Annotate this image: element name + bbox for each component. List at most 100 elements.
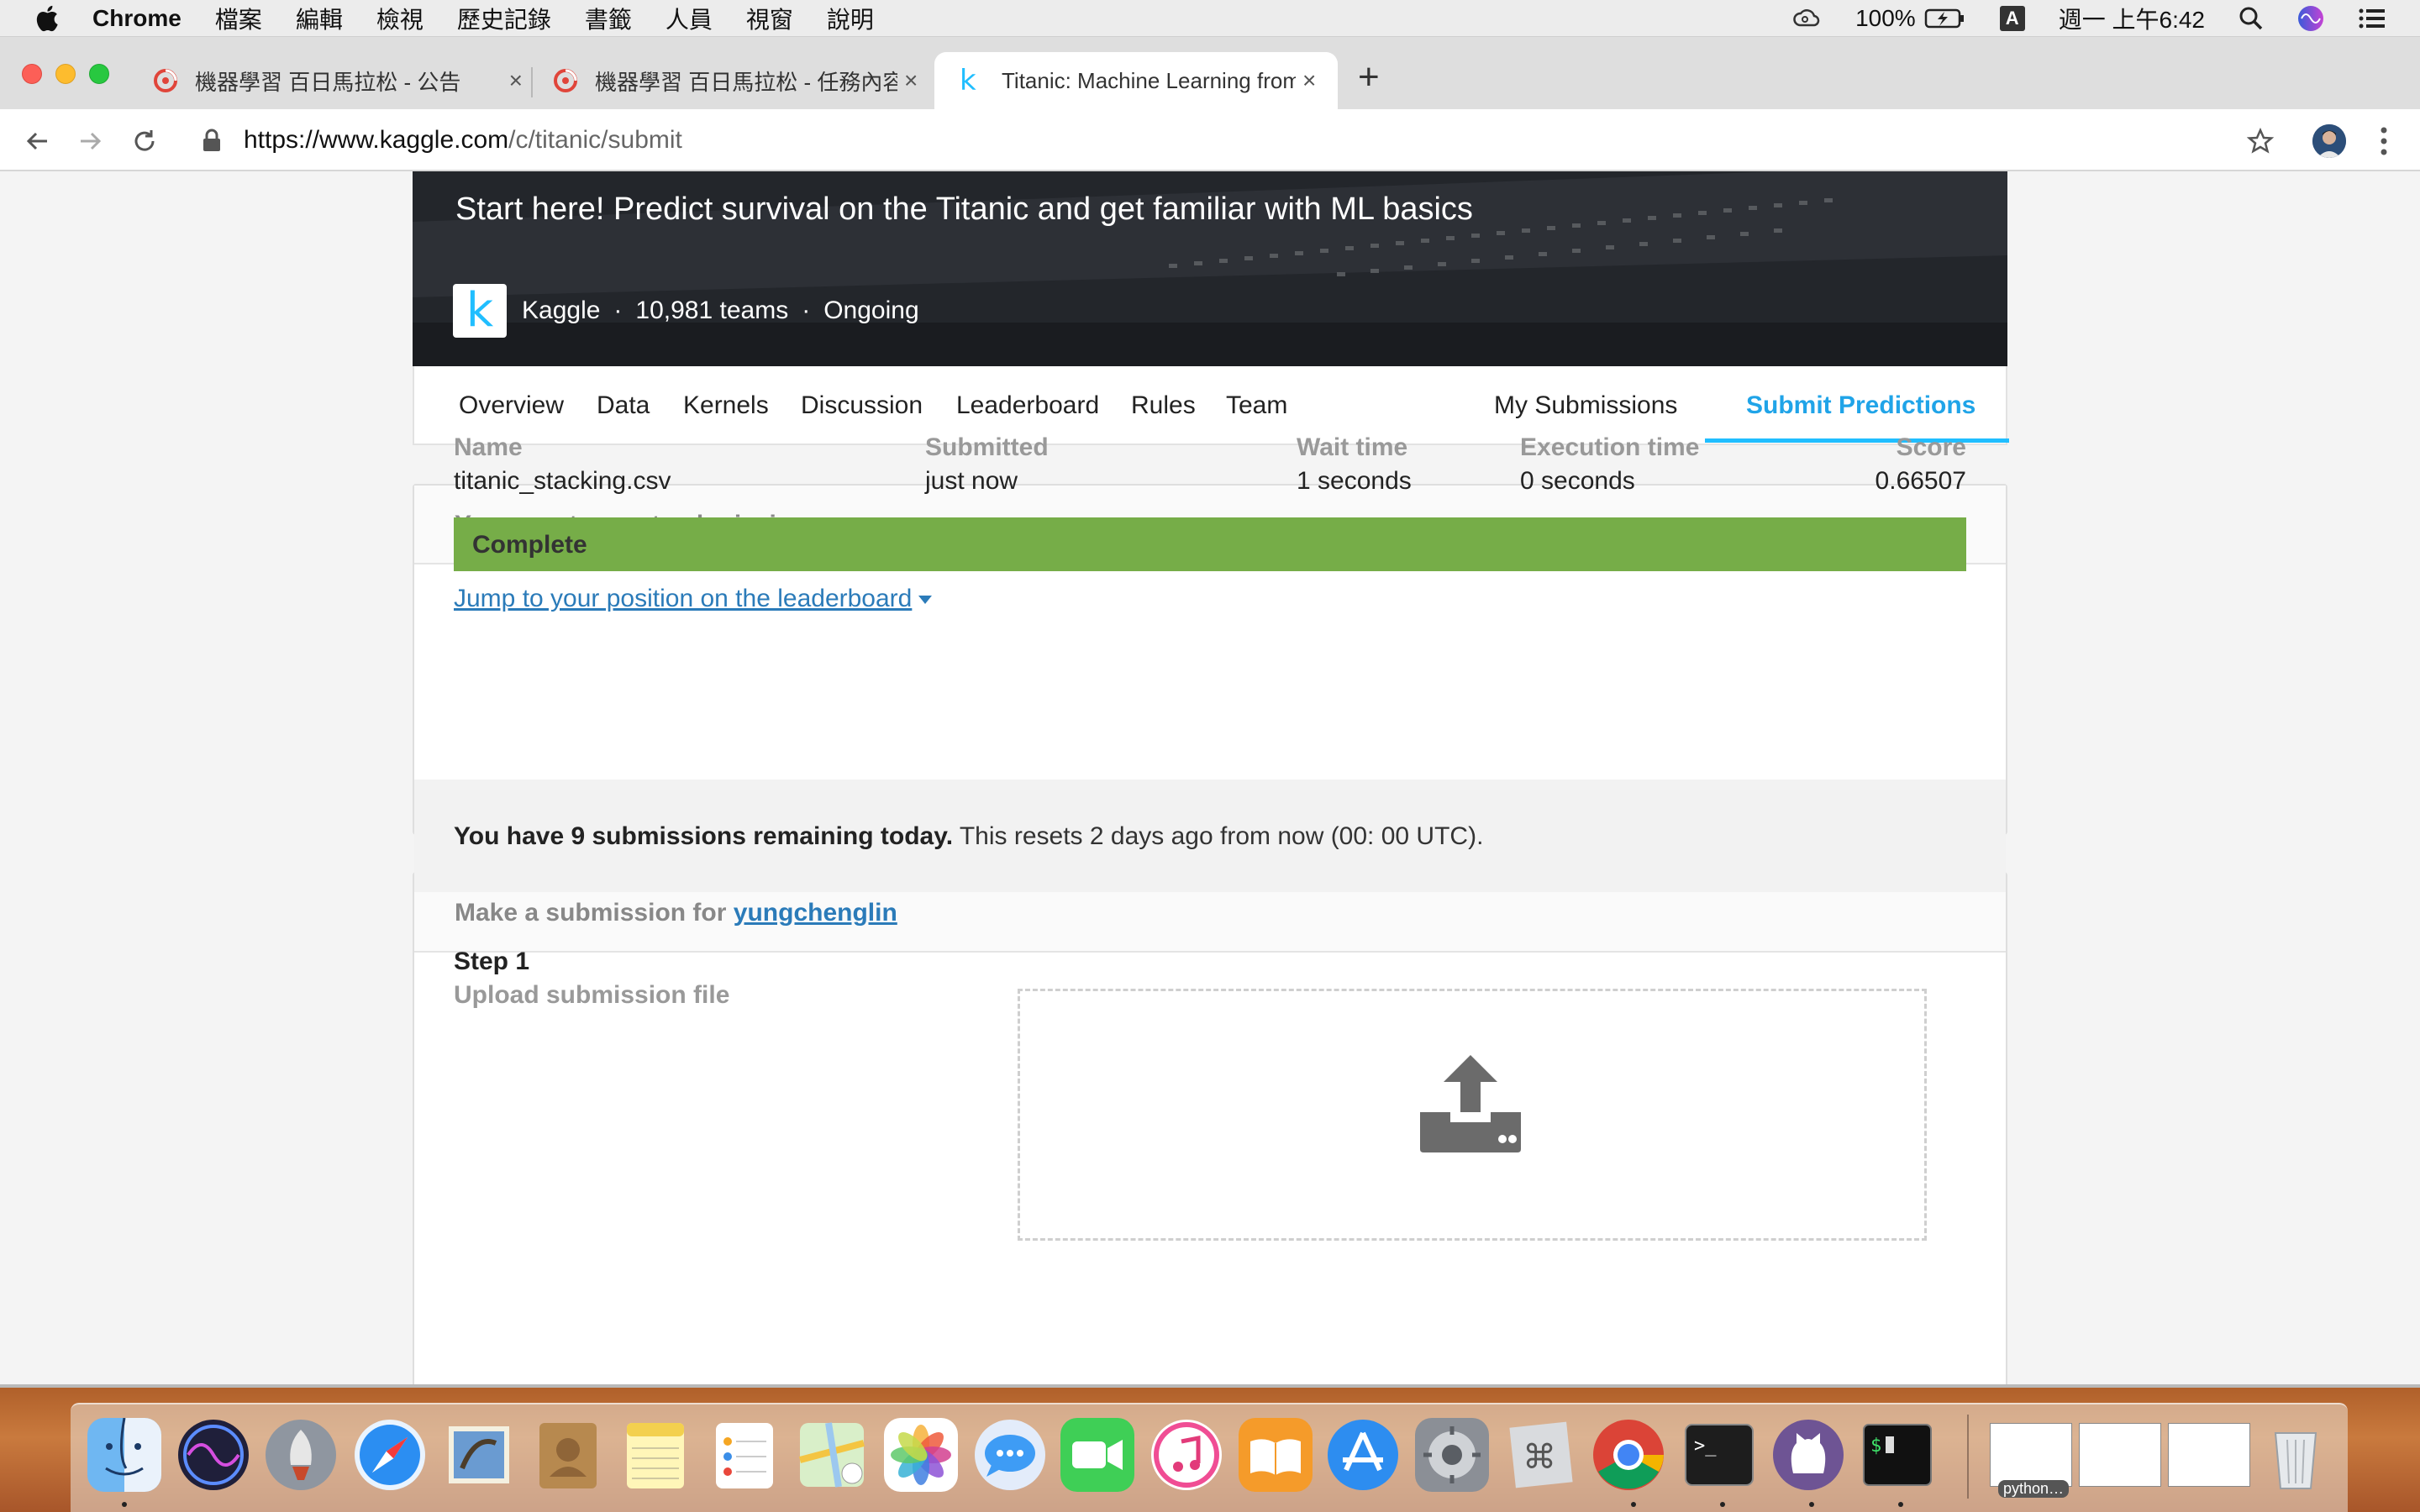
tab-leaderboard[interactable]: Leaderboard [956,391,1099,420]
make-submission-prefix: Make a submission for [455,899,727,927]
menubar-status-area: 100% A 週一 上午6:42 [1791,0,2420,37]
notice-text: You have 9 submissions remaining today. … [454,822,1483,851]
app-store-icon[interactable] [1326,1418,1400,1492]
iterm-icon[interactable]: $ [1860,1418,1934,1492]
cupoy-icon [154,69,177,92]
input-method-indicator[interactable]: A [1999,6,2025,31]
tab-title: Titanic: Machine Learning from Disaster [1002,67,1296,93]
tab-rules[interactable]: Rules [1131,391,1196,420]
tab-close-icon[interactable]: × [904,67,918,94]
mail-icon[interactable] [442,1418,516,1492]
battery-charging-icon[interactable] [1924,8,1966,29]
battery-percent: 100% [1855,5,1916,31]
tab-data[interactable]: Data [597,391,650,420]
minimized-window-thumbnail[interactable] [2168,1423,2250,1487]
chrome-icon[interactable] [1591,1418,1665,1492]
tab-overview[interactable]: Overview [459,391,564,420]
forward-arrow-icon[interactable] [77,128,104,155]
launchpad-icon[interactable] [264,1418,338,1492]
menu-file[interactable]: 檔案 [215,2,262,35]
meta-separator: · [802,297,811,324]
photos-icon[interactable] [884,1418,958,1492]
menu-app-name[interactable]: Chrome [92,5,182,32]
minimized-window-thumbnail[interactable] [2079,1423,2161,1487]
menubar-clock[interactable]: 週一 上午6:42 [2059,2,2205,35]
apple-menu-icon[interactable] [34,3,64,34]
col-header-execution-time: Execution time [1520,433,1700,461]
spotlight-search-icon[interactable] [2238,6,2264,31]
tab-cupoy-announcements[interactable]: 機器學習 百日馬拉松 - 公告 × [153,52,523,109]
submissions-remaining-notice: You have 9 submissions remaining today. … [414,780,2006,892]
menu-help[interactable]: 說明 [827,2,874,35]
siri-icon[interactable] [176,1418,250,1492]
finder-icon[interactable] [87,1418,161,1492]
github-desktop-icon[interactable] [1771,1418,1845,1492]
back-arrow-icon[interactable] [24,128,50,155]
notification-center-icon[interactable] [2358,7,2386,30]
step-subtitle: Upload submission file [454,981,730,1009]
submission-status-text: Complete [472,531,587,559]
tab-submit-predictions[interactable]: Submit Predictions [1746,391,1975,420]
jump-to-leaderboard-link[interactable]: Jump to your position on the leaderboard [454,585,933,613]
creative-cloud-icon[interactable] [1791,7,1822,30]
menu-view[interactable]: 檢視 [376,2,424,35]
tab-my-submissions[interactable]: My Submissions [1494,391,1677,420]
window-close-button[interactable] [22,64,42,84]
minimized-window-thumbnail[interactable] [1990,1423,2072,1487]
facetime-icon[interactable] [1060,1418,1134,1492]
running-indicator [1898,1502,1903,1507]
submission-score: 0.66507 [1875,467,1966,495]
siri-icon[interactable] [2297,5,2324,32]
submission-filename: titanic_stacking.csv [454,467,671,495]
tab-close-icon[interactable]: × [1302,67,1316,94]
itunes-icon[interactable] [1150,1418,1223,1492]
chrome-menu-icon[interactable] [2380,126,2388,156]
browser-toolbar: https://www.kaggle.com/c/titanic/submit [0,109,2420,171]
menu-window[interactable]: 視窗 [746,2,793,35]
remaining-count-text: You have 9 submissions remaining today. [454,822,954,850]
macos-menu-bar: Chrome 檔案 編輯 檢視 歷史記錄 書籤 人員 視窗 說明 100% A … [0,0,2420,37]
running-indicator [1631,1502,1636,1507]
menu-people[interactable]: 人員 [666,2,713,35]
tab-cupoy-task[interactable]: 機器學習 百日馬拉松 - 任務內容 × [553,52,923,109]
address-bar[interactable]: https://www.kaggle.com/c/titanic/submit [185,118,2277,163]
web-page: Start here! Predict survival on the Tita… [0,171,2420,1386]
ibooks-icon[interactable] [1239,1418,1313,1492]
notes-icon[interactable] [618,1418,692,1492]
jump-link-text: Jump to your position on the leaderboard [454,585,913,612]
menu-history[interactable]: 歷史記錄 [457,2,551,35]
safari-icon[interactable] [353,1418,427,1492]
terminal-icon[interactable]: >_ [1682,1418,1756,1492]
kaggle-k-icon: k [960,64,976,97]
dock-separator [1967,1415,1969,1499]
team-count: 10,981 teams [635,297,789,324]
tab-kaggle-titanic[interactable]: k Titanic: Machine Learning from Disaste… [934,52,1338,109]
upload-icon[interactable] [1413,1048,1528,1163]
new-tab-button[interactable]: + [1358,59,1380,96]
tab-kernels[interactable]: Kernels [683,391,769,420]
profile-avatar[interactable] [2312,124,2346,158]
menu-edit[interactable]: 編輯 [296,2,343,35]
contacts-icon[interactable] [531,1418,605,1492]
messages-icon[interactable] [973,1418,1047,1492]
tab-close-icon[interactable]: × [509,67,523,94]
lock-icon[interactable] [202,129,222,152]
svg-text:>_: >_ [1694,1436,1717,1457]
tab-team[interactable]: Team [1226,391,1287,420]
window-zoom-button[interactable] [89,64,109,84]
system-preferences-icon[interactable] [1415,1418,1489,1492]
reload-icon[interactable] [131,128,158,155]
bookmark-star-icon[interactable] [2247,128,2274,155]
trash-icon[interactable] [2259,1418,2333,1492]
menu-bookmarks[interactable]: 書籤 [585,2,632,35]
col-header-wait-time: Wait time [1297,433,1408,461]
competition-host[interactable]: Kaggle [522,297,600,325]
window-minimize-button[interactable] [55,64,76,84]
username-link[interactable]: yungchenglin [734,899,897,927]
meta-separator: · [613,297,623,324]
kaggle-logo[interactable]: k [453,284,507,338]
script-editor-icon[interactable]: ⌘ [1504,1418,1578,1492]
reminders-icon[interactable] [708,1418,781,1492]
tab-discussion[interactable]: Discussion [801,391,923,420]
maps-icon[interactable] [795,1418,869,1492]
